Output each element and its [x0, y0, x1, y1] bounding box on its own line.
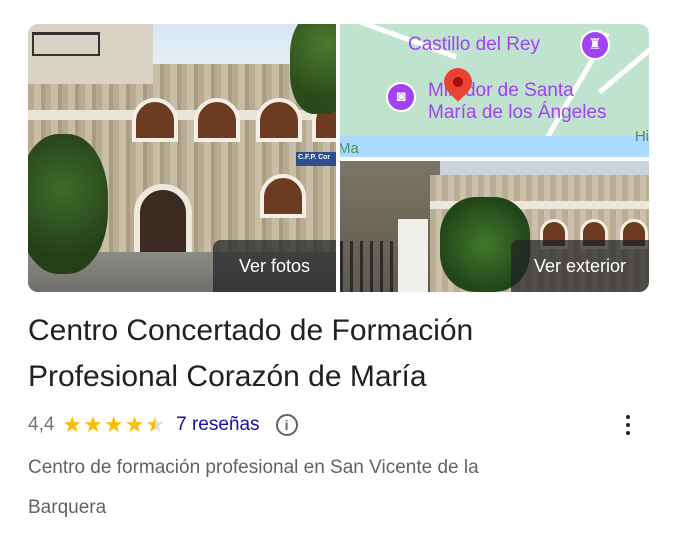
neighbor-house	[28, 24, 153, 84]
star-icon: ★	[103, 412, 124, 437]
castle-icon[interactable]: ♜	[580, 30, 610, 60]
half-star-icon: ★	[145, 412, 166, 437]
view-photos-button[interactable]: Ver fotos	[213, 240, 336, 292]
map-water	[340, 136, 649, 157]
place-category: Centro de formación profesional en San V…	[28, 448, 628, 528]
gate-pillar	[398, 219, 428, 292]
window	[260, 174, 306, 218]
window	[194, 98, 240, 142]
palm-tree	[290, 24, 336, 114]
main-photo[interactable]: C.F.P. Cor Ver fotos	[28, 24, 336, 292]
category-line2: Barquera	[28, 497, 107, 518]
map-label-fragment: Hi	[634, 128, 649, 145]
star-rating: ★ ★ ★ ★ ★	[62, 414, 166, 436]
exterior-photo[interactable]: Ver exterior	[340, 161, 649, 292]
photo-gallery: C.F.P. Cor Ver fotos Castillo del Rey ♜ …	[28, 24, 649, 292]
rating-row: 4,4 ★ ★ ★ ★ ★ 7 reseñas i	[28, 410, 648, 440]
window	[256, 98, 302, 142]
window	[132, 98, 178, 142]
star-icon: ★	[124, 412, 145, 437]
reviews-link[interactable]: 7 reseñas	[176, 414, 259, 436]
view-exterior-button[interactable]: Ver exterior	[511, 240, 649, 292]
star-icon: ★	[83, 412, 103, 437]
poi-label-castillo[interactable]: Castillo del Rey	[408, 34, 540, 56]
dot	[626, 423, 630, 427]
tree	[28, 134, 108, 274]
place-title: Centro Concertado de Formación Profesion…	[28, 308, 648, 400]
dot	[626, 431, 630, 435]
dot	[626, 415, 630, 419]
balcony	[32, 32, 100, 56]
fence	[340, 241, 400, 292]
rating-value: 4,4	[28, 414, 55, 435]
map-thumbnail[interactable]: Castillo del Rey ♜ ◙ Mirador de Santa Ma…	[340, 24, 649, 157]
info-icon[interactable]: i	[275, 414, 298, 436]
poi-label-mirador-line2: María de los Ángeles	[428, 102, 607, 123]
category-line1: Centro de formación profesional en San V…	[28, 457, 479, 478]
camera-icon[interactable]: ◙	[386, 82, 416, 112]
more-options-icon[interactable]	[618, 412, 638, 438]
building-sign: C.F.P. Cor	[296, 152, 336, 166]
place-title-line1: Centro Concertado de Formación	[28, 314, 474, 347]
place-title-line2: Profesional Corazón de María	[28, 360, 427, 393]
star-icon: ★	[62, 412, 83, 437]
map-label-fragment: Ma	[340, 140, 359, 157]
